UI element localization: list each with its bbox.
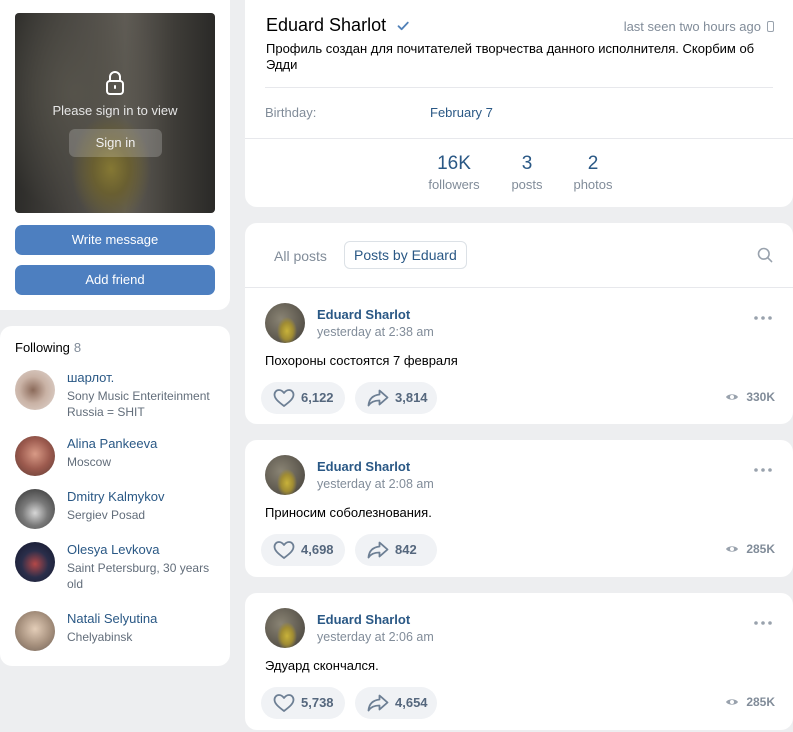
followers-label: followers	[428, 177, 480, 192]
share-icon	[367, 694, 389, 712]
following-info: Sony Music Enteriteinment Russia = SHIT	[67, 389, 210, 419]
like-count: 6,122	[301, 390, 334, 405]
following-info: Moscow	[67, 455, 112, 469]
heart-icon	[273, 694, 295, 712]
signin-prompt: Please sign in to view	[52, 103, 178, 118]
following-info: Chelyabinsk	[67, 630, 133, 644]
post-author[interactable]: Eduard Sharlot	[317, 459, 410, 474]
like-button[interactable]: 5,738	[261, 687, 345, 719]
tab-all-posts[interactable]: All posts	[266, 242, 335, 270]
post-timestamp[interactable]: yesterday at 2:38 am	[317, 325, 434, 339]
avatar[interactable]	[15, 370, 55, 410]
write-message-button[interactable]: Write message	[15, 225, 215, 255]
photos-count: 2	[587, 153, 599, 174]
avatar[interactable]	[15, 542, 55, 582]
followers-counter[interactable]: 16K followers	[424, 153, 484, 192]
more-options-icon[interactable]	[754, 468, 772, 472]
avatar[interactable]	[15, 436, 55, 476]
wall-post: Eduard Sharlot yesterday at 2:38 am Похо…	[245, 287, 793, 424]
following-name[interactable]: Natali Selyutina	[67, 611, 157, 626]
wall-post: Eduard Sharlot yesterday at 2:08 am Прин…	[245, 440, 793, 577]
like-count: 4,698	[301, 542, 334, 557]
avatar[interactable]	[265, 608, 305, 648]
profile-name: Eduard Sharlot	[266, 15, 387, 35]
following-name[interactable]: Alina Pankeeva	[67, 436, 157, 451]
photos-label: photos	[573, 177, 613, 192]
followers-count: 16K	[437, 153, 471, 174]
following-title: Following	[15, 340, 70, 355]
divider	[265, 87, 773, 88]
heart-icon	[273, 389, 295, 407]
avatar[interactable]	[265, 303, 305, 343]
tab-posts-by-owner[interactable]: Posts by Eduard	[344, 241, 467, 269]
profile-photo-card: Please sign in to view Sign in Write mes…	[0, 0, 230, 310]
share-button[interactable]: 3,814	[355, 382, 437, 414]
birthday-value[interactable]: February 7	[430, 105, 493, 120]
avatar[interactable]	[265, 455, 305, 495]
like-count: 5,738	[301, 695, 334, 710]
following-info: Sergiev Posad	[67, 508, 146, 522]
blurred-profile-photo[interactable]: Please sign in to view Sign in	[15, 13, 215, 213]
photos-counter[interactable]: 2 photos	[570, 153, 616, 192]
share-count: 842	[395, 542, 417, 557]
view-count: 285K	[746, 542, 775, 556]
mobile-phone-icon	[767, 21, 774, 32]
share-button[interactable]: 842	[355, 534, 437, 566]
last-seen-status: last seen two hours ago	[623, 19, 761, 34]
post-text: Приносим соболезнования.	[265, 505, 432, 520]
post-text: Эдуард скончался.	[265, 658, 379, 673]
following-name[interactable]: Olesya Levkova	[67, 542, 160, 557]
profile-status-text: Профиль создан для почитателей творчеств…	[266, 41, 755, 72]
share-count: 3,814	[395, 390, 428, 405]
like-button[interactable]: 6,122	[261, 382, 345, 414]
eye-icon	[726, 699, 738, 705]
lock-icon	[106, 71, 124, 95]
following-header[interactable]: Following 8	[15, 340, 81, 355]
posts-count: 3	[521, 153, 533, 174]
wall-post: Eduard Sharlot yesterday at 2:06 am Эдуа…	[245, 593, 793, 730]
share-icon	[367, 389, 389, 407]
following-name[interactable]: Dmitry Kalmykov	[67, 489, 165, 504]
more-options-icon[interactable]	[754, 316, 772, 320]
signin-button[interactable]: Sign in	[69, 129, 162, 157]
avatar[interactable]	[15, 611, 55, 651]
search-icon[interactable]	[757, 247, 773, 263]
post-timestamp[interactable]: yesterday at 2:08 am	[317, 477, 434, 491]
more-options-icon[interactable]	[754, 621, 772, 625]
following-count: 8	[73, 340, 82, 355]
verified-checkmark-icon[interactable]	[396, 19, 410, 33]
add-friend-button[interactable]: Add friend	[15, 265, 215, 295]
following-info: Saint Petersburg, 30 years old	[67, 561, 210, 591]
divider	[245, 138, 793, 139]
post-text: Похороны состоятся 7 февраля	[265, 353, 458, 368]
posts-label: posts	[511, 177, 543, 192]
profile-info-card: Eduard Sharlot last seen two hours ago П…	[245, 0, 793, 207]
following-name[interactable]: шарлот.	[67, 370, 114, 385]
like-button[interactable]: 4,698	[261, 534, 345, 566]
avatar[interactable]	[15, 489, 55, 529]
following-card: Following 8 шарлот. Sony Music Enteritein…	[0, 326, 230, 666]
post-timestamp[interactable]: yesterday at 2:06 am	[317, 630, 434, 644]
posts-counter[interactable]: 3 posts	[507, 153, 547, 192]
view-count: 285K	[746, 695, 775, 709]
view-count: 330K	[746, 390, 775, 404]
eye-icon	[726, 394, 738, 400]
share-icon	[367, 541, 389, 559]
wall-tabs-card: All posts Posts by Eduard	[245, 223, 793, 287]
share-button[interactable]: 4,654	[355, 687, 437, 719]
post-author[interactable]: Eduard Sharlot	[317, 307, 410, 322]
eye-icon	[726, 546, 738, 552]
post-author[interactable]: Eduard Sharlot	[317, 612, 410, 627]
heart-icon	[273, 541, 295, 559]
birthday-label: Birthday:	[265, 105, 317, 120]
share-count: 4,654	[395, 695, 428, 710]
